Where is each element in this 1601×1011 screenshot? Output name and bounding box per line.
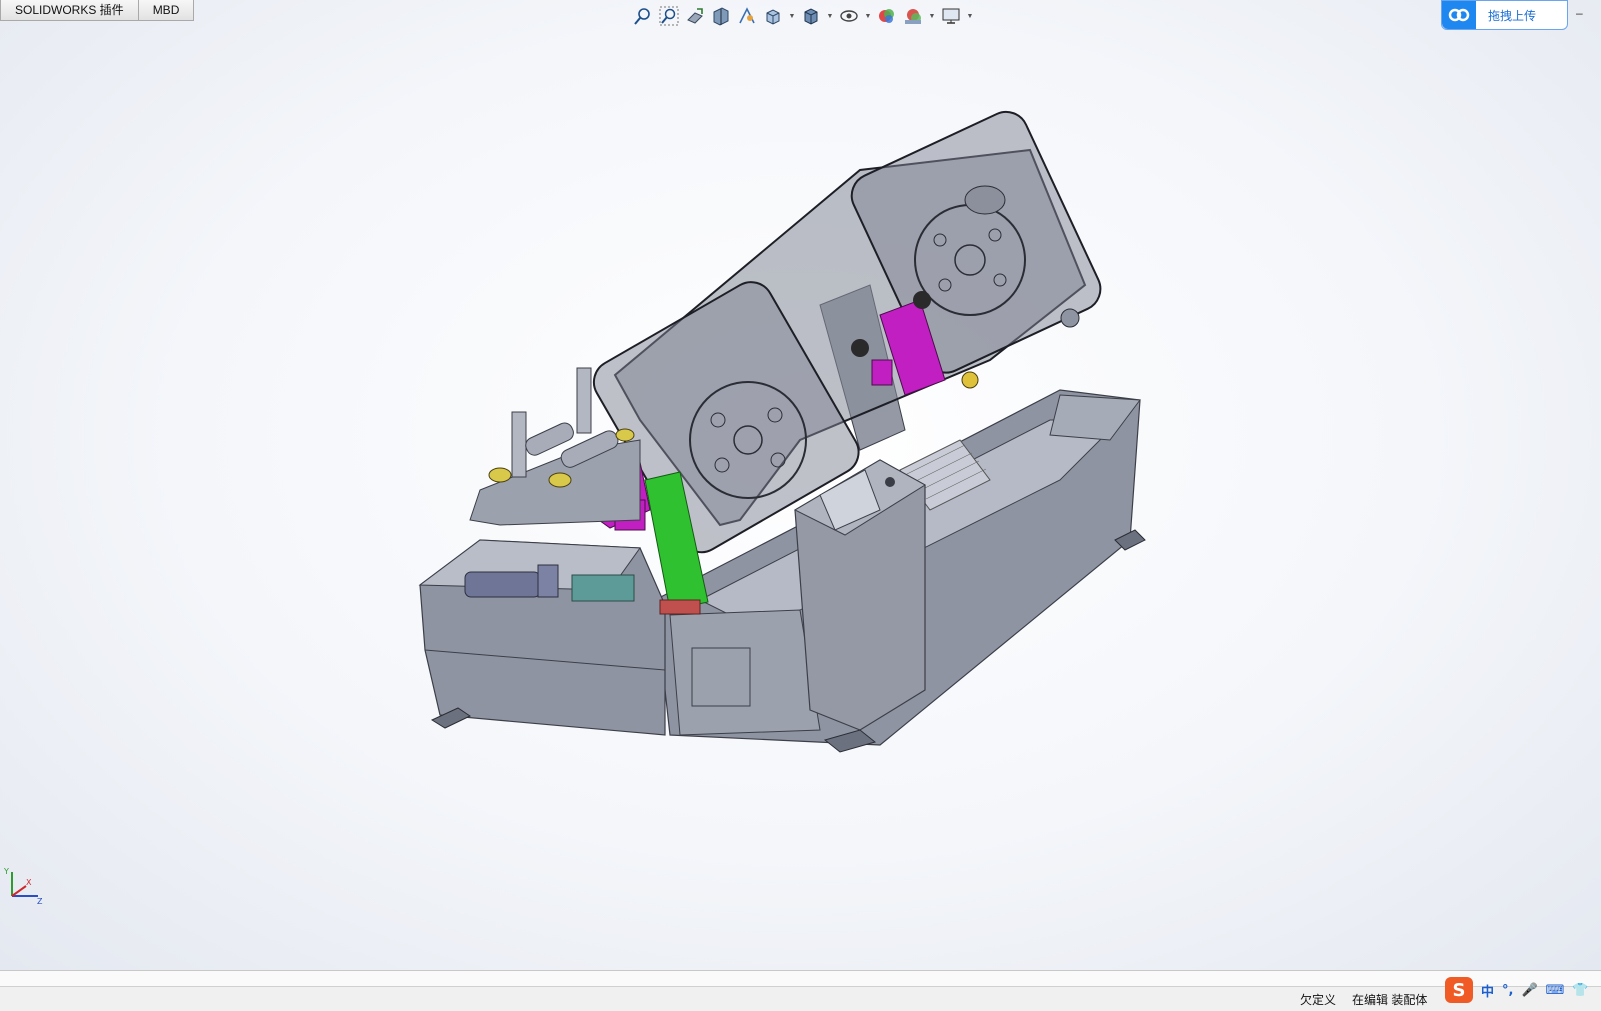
definition-status: 欠定义 <box>1300 993 1337 1007</box>
triad-z-label: Z <box>37 897 43 906</box>
sogou-logo-icon[interactable]: S <box>1445 977 1473 1003</box>
assembly-model[interactable] <box>0 0 1601 970</box>
ime-chinese-mode[interactable]: 中 <box>1481 981 1494 1000</box>
triad-y-label: Y <box>4 867 9 876</box>
ime-toolbar: S 中 °, 🎤 ⌨ 👕 <box>1445 975 1589 1005</box>
status-bar: 欠定义 在编辑 装配体 <box>0 970 1601 1011</box>
ime-skin-icon[interactable]: 👕 <box>1572 983 1588 998</box>
ime-keyboard-icon[interactable]: ⌨ <box>1546 983 1565 998</box>
edit-mode-status: 在编辑 装配体 <box>1352 993 1428 1007</box>
coordinate-triad: Y X Z <box>4 867 43 906</box>
ime-punctuation-icon[interactable]: °, <box>1502 983 1513 998</box>
ime-microphone-icon[interactable]: 🎤 <box>1521 983 1537 998</box>
triad-x-label: X <box>26 878 32 887</box>
status-bar-strip <box>0 971 1601 987</box>
